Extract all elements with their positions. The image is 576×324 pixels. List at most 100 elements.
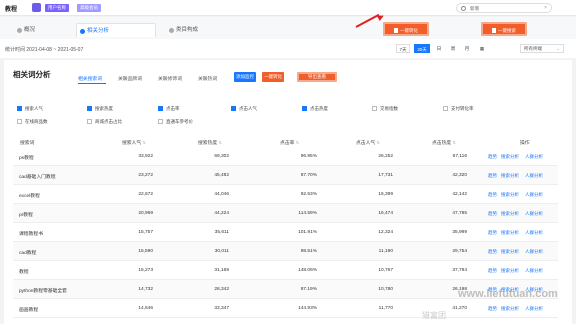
metric-checkbox[interactable]: 在线商品数 [17,119,48,125]
crowd-analysis-link[interactable]: 人群分析 [525,192,543,198]
period-month[interactable]: 月 [462,44,472,53]
trend-link[interactable]: 趋势 [488,268,497,274]
checkbox-icon [231,106,236,111]
column-header-click-pop[interactable]: 点击人气 ⇅ [356,139,380,146]
period-7d[interactable]: 7天 [396,44,410,53]
crowd-analysis-link[interactable]: 人群分析 [525,230,543,236]
tab-label: 相关分析 [87,28,110,34]
trend-link[interactable]: 趋势 [488,154,497,160]
tab-category[interactable]: 类目构成 [166,23,226,37]
date-filter-bar: 统计时间 2021-04-08 ~ 2021-05-07 7天 30天 日 周 … [0,39,576,58]
crowd-analysis-link[interactable]: 人群分析 [525,249,543,255]
search-analysis-link[interactable]: 搜索分析 [501,249,519,255]
document-icon [394,28,398,33]
metric-checkbox[interactable]: 点击人气 [231,106,257,112]
tab-related-analysis[interactable]: 相关分析 [76,23,156,37]
membership-badge[interactable]: 高级会员 [77,4,101,12]
table-row: pr教程 20,969 44,224 114.59% 16,474 47,785… [13,204,558,223]
metric-checkbox[interactable]: 点击率 [158,106,180,112]
column-header-search-heat[interactable]: 搜索热度 ⇅ [198,139,222,146]
add-monitor-button[interactable]: 添加监控 [234,72,256,82]
subtab-brand[interactable]: 关联品牌词 [118,75,142,82]
column-header-click-heat[interactable]: 点击热度 ⇅ [432,139,456,146]
cell-word: 教程 [19,270,29,275]
column-header-ctr[interactable]: 点击率 ⇅ [280,139,299,146]
cell-search-pop: 22,672 [138,192,153,197]
device-select[interactable]: 所有终端 ⌄ [520,44,564,53]
trend-link[interactable]: 趋势 [488,230,497,236]
cell-click-pop: 17,731 [378,173,393,178]
search-analysis-link[interactable]: 搜索分析 [501,230,519,236]
cell-search-pop: 15,757 [138,230,153,235]
tab-overview[interactable]: 概况 [14,23,54,37]
metric-label: 支付转化率 [451,106,474,111]
overview-icon [17,27,22,33]
cell-search-heat: 35,611 [214,230,229,235]
trend-link[interactable]: 趋势 [488,306,497,312]
period-day[interactable]: 日 [434,44,444,53]
trend-link[interactable]: 趋势 [488,249,497,255]
subtab-modifier[interactable]: 关联修饰词 [158,75,182,82]
column-header-search-pop[interactable]: 搜索人气 ⇅ [122,139,146,146]
cell-search-pop: 20,969 [138,211,153,216]
cell-search-pop: 14,732 [138,287,153,292]
subtab-related-search[interactable]: 相关搜索词 [78,75,102,82]
export-button[interactable]: 导出查看 [297,72,337,82]
one-click-search-button[interactable]: 一键搜索 [481,22,527,36]
period-week[interactable]: 周 [448,44,458,53]
subtab-hotword[interactable]: 关联热词 [198,75,217,82]
checkbox-icon [87,119,92,124]
trend-link[interactable]: 趋势 [488,211,497,217]
user-badge[interactable]: 用户名称 [45,4,69,12]
search-analysis-link[interactable]: 搜索分析 [501,154,519,160]
crowd-analysis-link[interactable]: 人群分析 [525,211,543,217]
trend-link[interactable]: 趋势 [488,173,497,179]
top-bar: 教程 用户名称 高级会员 新增 × [0,0,576,16]
header-label: 搜索热度 [198,141,218,146]
cell-search-pop: 15,590 [138,249,153,254]
cell-word: ps教程 [19,156,34,161]
crowd-analysis-link[interactable]: 人群分析 [525,268,543,274]
crowd-analysis-link[interactable]: 人群分析 [525,306,543,312]
metric-checkbox[interactable]: 商城点击占比 [87,119,122,125]
metric-checkbox[interactable]: 直通车参考价 [158,119,193,125]
search-input[interactable]: 新增 × [456,3,552,13]
metric-checkbox[interactable]: 交易指数 [372,106,398,112]
metric-label: 搜索热度 [95,106,113,111]
cell-search-heat: 69,302 [214,154,229,159]
metric-checkbox[interactable]: 支付转化率 [443,106,474,112]
cell-word: cad教程 [19,251,37,256]
cell-word: python教程零基础全套 [19,289,67,294]
search-analysis-link[interactable]: 搜索分析 [501,173,519,179]
one-click-convert-button[interactable]: 一键转化 [383,22,429,36]
checkbox-icon [158,106,163,111]
active-subtab-indicator [78,83,106,84]
cell-click-pop: 12,324 [378,230,393,235]
period-30d[interactable]: 30天 [414,44,430,53]
cell-word: cad基础入门教程 [19,175,56,180]
header-label: 点击热度 [432,141,452,146]
cell-search-heat: 45,482 [214,173,229,178]
metric-label: 点击率 [166,106,180,111]
search-analysis-link[interactable]: 搜索分析 [501,192,519,198]
convert-button[interactable]: 一键转化 [262,72,284,82]
sort-icon: ⇅ [295,140,300,145]
search-analysis-link[interactable]: 搜索分析 [501,268,519,274]
metric-checkbox[interactable]: 搜索热度 [87,106,113,112]
crowd-analysis-link[interactable]: 人群分析 [525,154,543,160]
button-label: 一键转化 [400,28,418,33]
table-row: ps教程 33,922 69,302 96.95% 26,252 67,116 … [13,147,558,166]
search-analysis-link[interactable]: 搜索分析 [501,306,519,312]
checkbox-icon [158,119,163,124]
table-row: cad教程 15,590 30,011 98.51% 11,190 29,754… [13,242,558,261]
date-range: 统计时间 2021-04-08 ~ 2021-05-07 [5,47,84,53]
close-icon[interactable]: × [544,5,547,11]
sort-icon: ⇅ [142,140,146,145]
document-icon [492,28,496,33]
search-analysis-link[interactable]: 搜索分析 [501,211,519,217]
metric-checkbox[interactable]: 点击热度 [302,106,328,112]
trend-link[interactable]: 趋势 [488,192,497,198]
metric-checkbox[interactable]: 搜索人气 [17,106,43,112]
crowd-analysis-link[interactable]: 人群分析 [525,173,543,179]
calendar-icon[interactable]: ▦ [478,44,486,53]
